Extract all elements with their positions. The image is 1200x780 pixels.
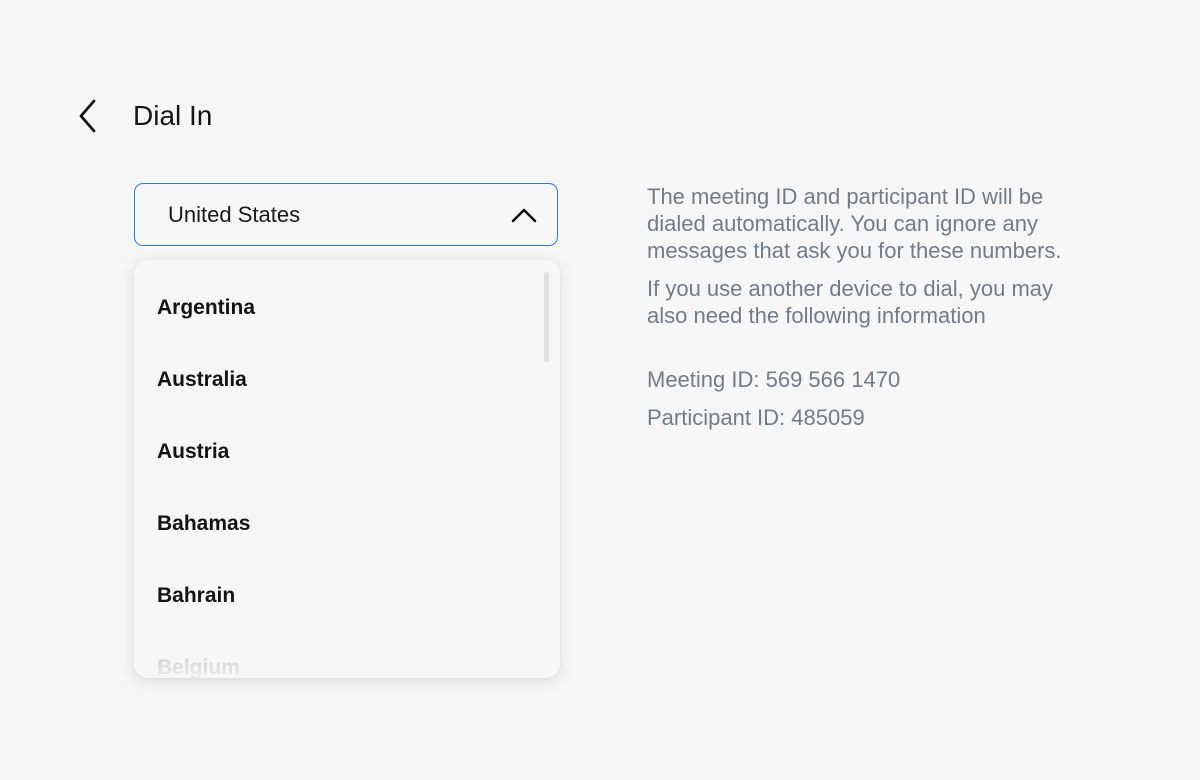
country-option-argentina[interactable]: Argentina [134, 272, 560, 344]
participant-id: Participant ID: 485059 [647, 405, 865, 430]
country-option-belgium[interactable]: Belgium [134, 632, 560, 678]
country-select-value: United States [168, 201, 301, 227]
page-title: Dial In [133, 100, 213, 131]
meeting-id: Meeting ID: 569 566 1470 [647, 367, 901, 392]
country-option-bahrain[interactable]: Bahrain [134, 560, 560, 632]
auto-dial-notice: The meeting ID and participant ID will b… [647, 184, 1062, 263]
dial-in-info: The meeting ID and participant ID will b… [647, 183, 1077, 431]
country-option-austria[interactable]: Austria [134, 416, 560, 488]
country-option-australia[interactable]: Australia [134, 344, 560, 416]
country-option-bahamas[interactable]: Bahamas [134, 488, 560, 560]
back-button[interactable] [68, 94, 108, 138]
country-select[interactable]: United States [134, 183, 558, 246]
chevron-up-icon [509, 200, 539, 230]
other-device-notice: If you use another device to dial, you m… [647, 276, 1054, 328]
chevron-left-icon [79, 99, 96, 133]
country-options: Argentina Australia Austria Bahamas Bahr… [134, 272, 560, 678]
dropdown-scrollbar-thumb[interactable] [544, 272, 549, 362]
country-dropdown-list[interactable]: Argentina Australia Austria Bahamas Bahr… [134, 260, 560, 678]
